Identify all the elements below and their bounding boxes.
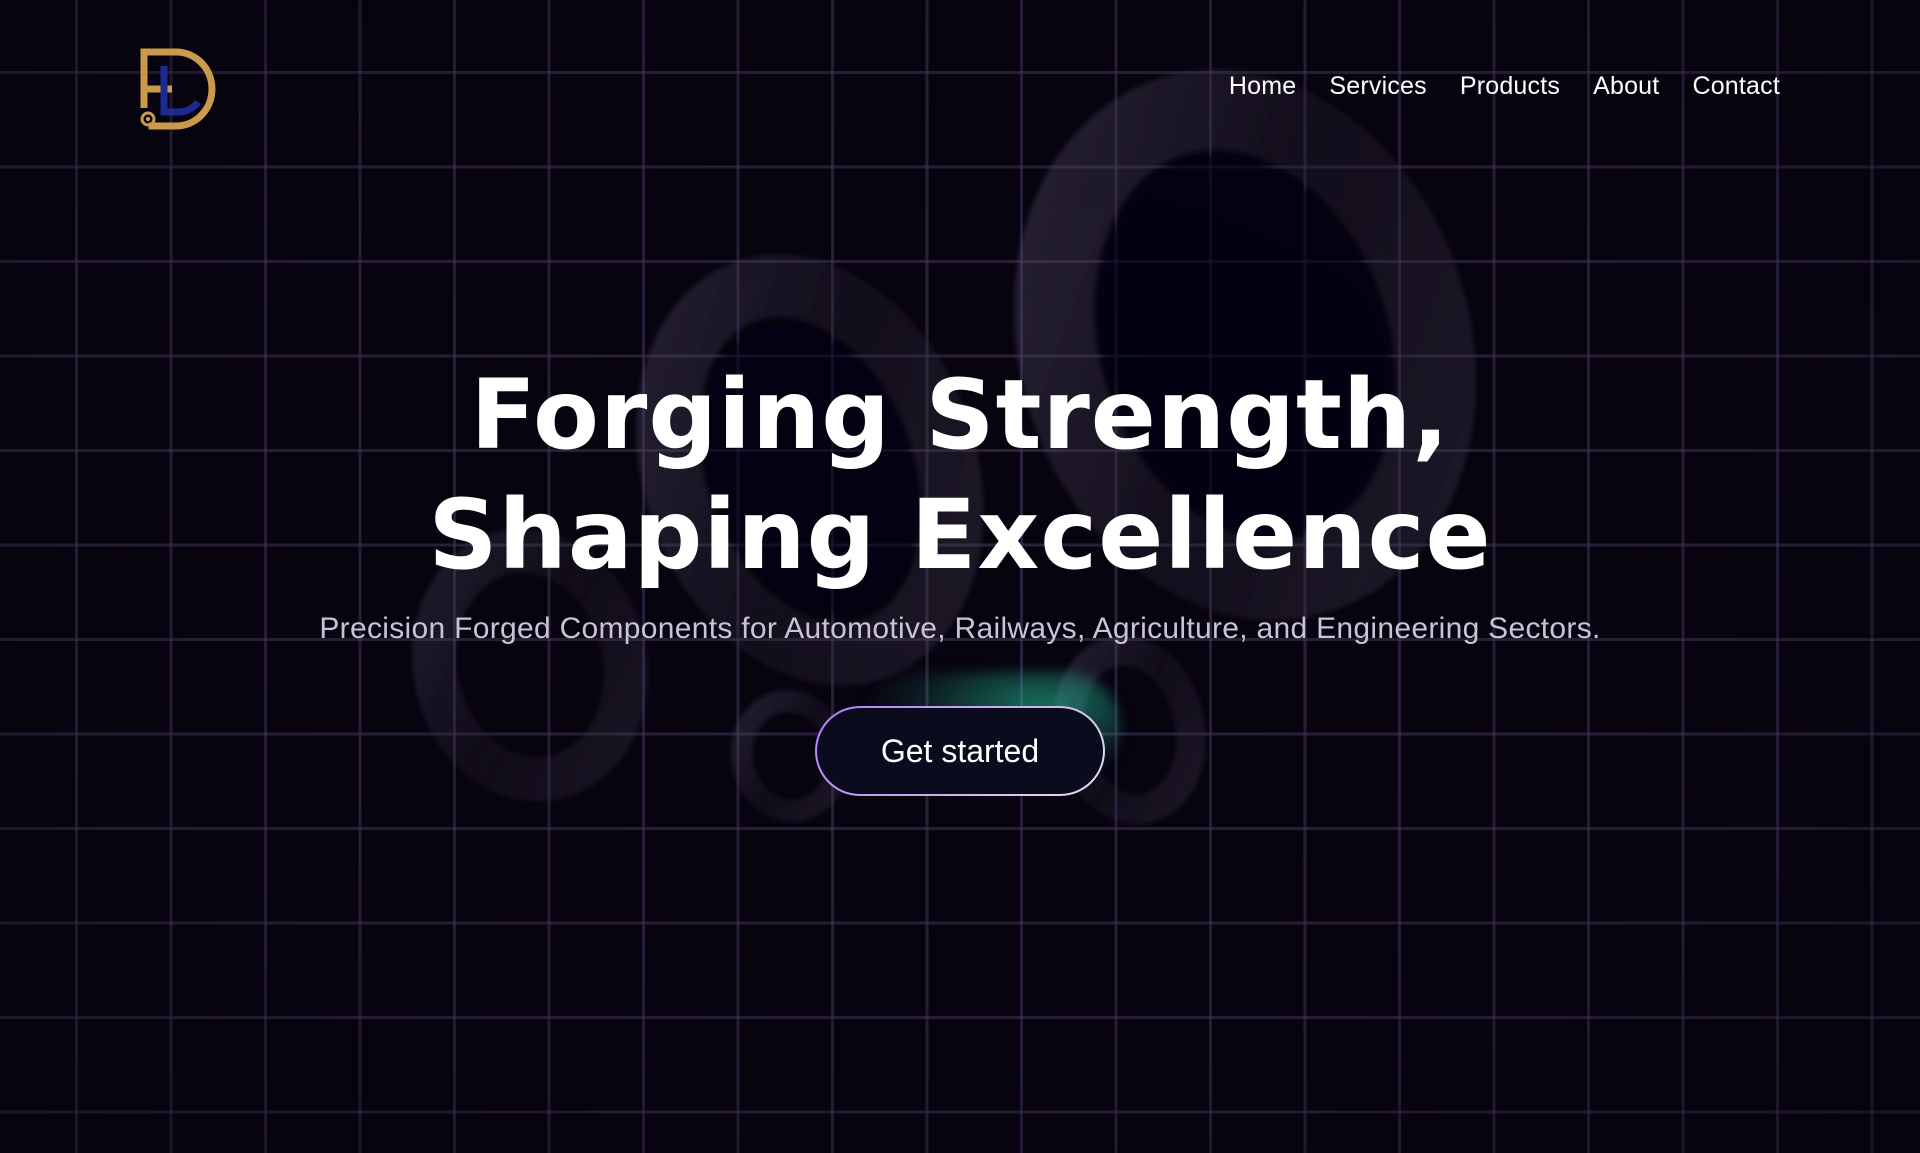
hero-title-line-1: Forging Strength, xyxy=(470,359,1450,471)
nav-link-services[interactable]: Services xyxy=(1329,72,1426,101)
hero-title-line-2: Shaping Excellence xyxy=(428,479,1492,591)
nav-link-products[interactable]: Products xyxy=(1460,72,1560,101)
hero-subtitle: Precision Forged Components for Automoti… xyxy=(319,612,1601,645)
nav-link-contact[interactable]: Contact xyxy=(1692,72,1780,101)
nav-link-home[interactable]: Home xyxy=(1229,72,1297,101)
get-started-button[interactable]: Get started xyxy=(815,706,1105,796)
main-nav: Home Services Products About Contact xyxy=(1229,72,1780,101)
hero-page: Home Services Products About Contact For… xyxy=(0,0,1920,1153)
df-monogram-logo-icon[interactable] xyxy=(138,46,224,132)
nav-link-about[interactable]: About xyxy=(1593,72,1659,101)
hero-title: Forging Strength, Shaping Excellence xyxy=(0,355,1920,595)
